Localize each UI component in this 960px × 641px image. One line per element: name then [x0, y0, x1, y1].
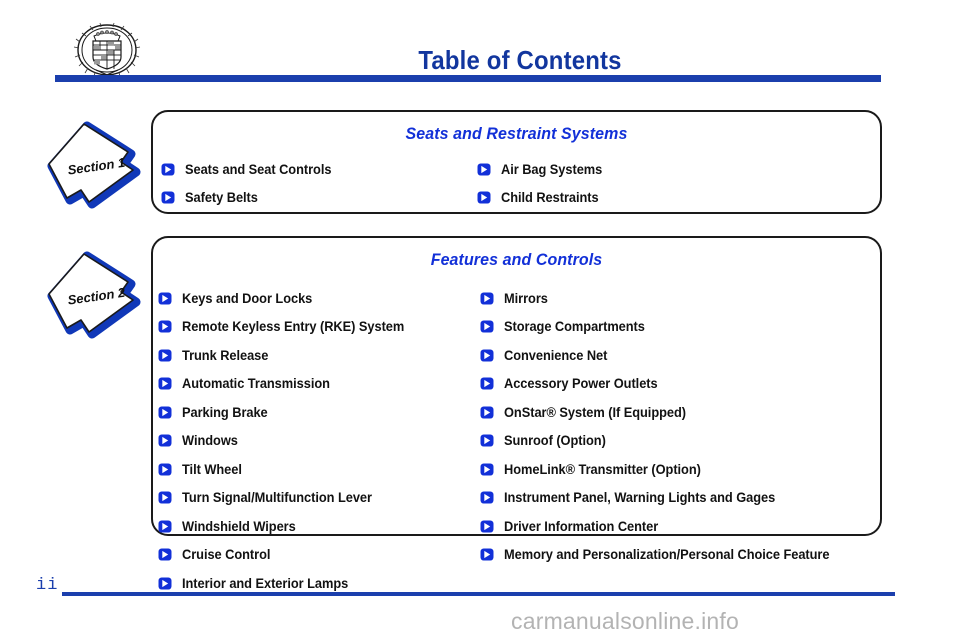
list-item-label: Tilt Wheel: [182, 461, 242, 477]
triangle-right-icon: [158, 463, 172, 476]
triangle-right-icon: [480, 320, 494, 333]
section-panel-features-and-controls: Features and Controls Keys and Door Lock…: [151, 236, 882, 591]
cadillac-crest-logo: [72, 22, 142, 78]
list-item-label: Safety Belts: [185, 190, 258, 206]
toc-column-right: Mirrors Storage Compartments Convenience…: [471, 284, 871, 598]
list-item-label: Windows: [182, 433, 238, 449]
toc-columns: Seats and Seat Controls Safety Belts Air…: [153, 155, 880, 212]
list-item[interactable]: Accessory Power Outlets: [480, 370, 871, 399]
watermark: carmanualsonline.info: [511, 608, 739, 634]
list-item-label: Seats and Seat Controls: [185, 161, 332, 177]
list-item[interactable]: Automatic Transmission: [158, 370, 471, 399]
list-item-label: Storage Compartments: [504, 319, 645, 335]
triangle-right-icon: [158, 434, 172, 447]
triangle-right-icon: [158, 520, 172, 533]
list-item-label: Interior and Exterior Lamps: [182, 575, 349, 591]
section-badge-1[interactable]: Section 1: [40, 116, 148, 212]
triangle-right-icon: [480, 292, 494, 305]
list-item[interactable]: Sunroof (Option): [480, 427, 871, 456]
triangle-right-icon: [480, 406, 494, 419]
list-item-label: Driver Information Center: [504, 518, 659, 534]
triangle-right-icon: [480, 377, 494, 390]
list-item-label: Windshield Wipers: [182, 518, 296, 534]
list-item-label: Air Bag Systems: [501, 161, 603, 177]
list-item-label: Keys and Door Locks: [182, 290, 313, 306]
toc-column-left: Seats and Seat Controls Safety Belts: [153, 155, 471, 212]
section-heading: Seats and Restraint Systems: [405, 124, 628, 143]
list-item-label: Accessory Power Outlets: [504, 376, 658, 392]
triangle-right-icon: [158, 292, 172, 305]
list-item[interactable]: Seats and Seat Controls: [161, 155, 471, 184]
list-item[interactable]: Memory and Personalization/Personal Choi…: [480, 541, 871, 570]
list-item-label: Turn Signal/Multifunction Lever: [182, 490, 372, 506]
section-badge-2-label: Section 2: [66, 284, 126, 308]
triangle-right-icon: [158, 491, 172, 504]
list-item[interactable]: OnStar® System (If Equipped): [480, 398, 871, 427]
triangle-right-icon: [158, 320, 172, 333]
list-item[interactable]: Mirrors: [480, 284, 871, 313]
triangle-right-icon: [477, 163, 491, 176]
list-item-label: Memory and Personalization/Personal Choi…: [504, 547, 830, 563]
list-item-label: Parking Brake: [182, 404, 268, 420]
triangle-right-icon: [480, 434, 494, 447]
list-item[interactable]: Storage Compartments: [480, 313, 871, 342]
page-number: ii: [36, 576, 59, 595]
triangle-right-icon: [477, 191, 491, 204]
list-item-label: Sunroof (Option): [504, 433, 606, 449]
section-heading: Features and Controls: [430, 250, 603, 269]
list-item[interactable]: Driver Information Center: [480, 512, 871, 541]
list-item-label: Child Restraints: [501, 190, 599, 206]
list-item[interactable]: Windshield Wipers: [158, 512, 471, 541]
triangle-right-icon: [480, 548, 494, 561]
list-item[interactable]: Keys and Door Locks: [158, 284, 471, 313]
page-header: Table of Contents: [0, 0, 960, 92]
toc-column-left: Keys and Door Locks Remote Keyless Entry…: [153, 284, 471, 598]
triangle-right-icon: [480, 520, 494, 533]
list-item-label: Convenience Net: [504, 347, 608, 363]
list-item-label: HomeLink® Transmitter (Option): [504, 461, 701, 477]
list-item[interactable]: Turn Signal/Multifunction Lever: [158, 484, 471, 513]
list-item[interactable]: Convenience Net: [480, 341, 871, 370]
list-item-label: Remote Keyless Entry (RKE) System: [182, 319, 405, 335]
triangle-right-icon: [480, 463, 494, 476]
list-item-label: OnStar® System (If Equipped): [504, 404, 686, 420]
list-item[interactable]: Safety Belts: [161, 184, 471, 213]
triangle-right-icon: [158, 577, 172, 590]
section-badge-2[interactable]: Section 2: [40, 246, 148, 342]
section-panel-seats-and-restraint-systems: Seats and Restraint Systems Seats and Se…: [151, 110, 882, 214]
triangle-right-icon: [161, 163, 175, 176]
list-item[interactable]: Remote Keyless Entry (RKE) System: [158, 313, 471, 342]
list-item[interactable]: Cruise Control: [158, 541, 471, 570]
section-badge-1-label: Section 1: [66, 154, 126, 178]
footer-rule: [62, 592, 895, 596]
triangle-right-icon: [158, 406, 172, 419]
toc-columns: Keys and Door Locks Remote Keyless Entry…: [153, 284, 880, 598]
triangle-right-icon: [161, 191, 175, 204]
triangle-right-icon: [158, 377, 172, 390]
list-item[interactable]: Tilt Wheel: [158, 455, 471, 484]
list-item-label: Instrument Panel, Warning Lights and Gag…: [504, 490, 776, 506]
list-item[interactable]: Child Restraints: [477, 184, 851, 213]
list-item[interactable]: Instrument Panel, Warning Lights and Gag…: [480, 484, 871, 513]
list-item[interactable]: Air Bag Systems: [477, 155, 851, 184]
header-rule: [55, 75, 881, 82]
list-item[interactable]: Trunk Release: [158, 341, 471, 370]
list-item-label: Automatic Transmission: [182, 376, 330, 392]
triangle-right-icon: [158, 548, 172, 561]
list-item-label: Cruise Control: [182, 547, 271, 563]
triangle-right-icon: [480, 349, 494, 362]
toc-column-right: Air Bag Systems Child Restraints: [471, 155, 851, 212]
list-item-label: Trunk Release: [182, 347, 269, 363]
list-item[interactable]: Windows: [158, 427, 471, 456]
triangle-right-icon: [158, 349, 172, 362]
list-item[interactable]: HomeLink® Transmitter (Option): [480, 455, 871, 484]
list-item-label: Mirrors: [504, 290, 548, 306]
list-item[interactable]: Parking Brake: [158, 398, 471, 427]
triangle-right-icon: [480, 491, 494, 504]
page-title: Table of Contents: [418, 45, 622, 75]
